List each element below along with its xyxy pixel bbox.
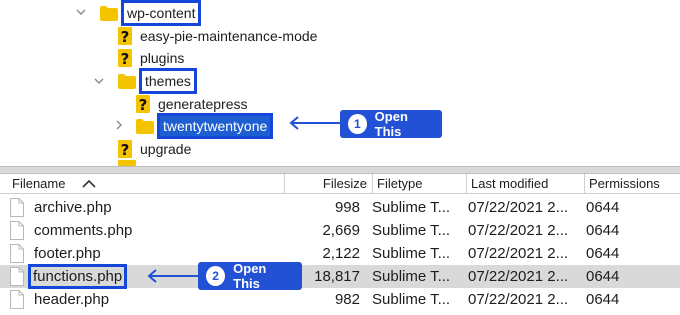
- column-header-filename[interactable]: Filename: [8, 174, 284, 194]
- tree-node-generatepress[interactable]: ? generatepress: [136, 93, 248, 115]
- column-header-filetype[interactable]: Filetype: [372, 174, 466, 194]
- file-modified: 07/22/2021 2...: [468, 199, 569, 216]
- callout-open-this-1: 1 Open This: [340, 109, 442, 139]
- column-header-filesize[interactable]: Filesize: [284, 174, 372, 194]
- column-label: Permissions: [589, 176, 660, 191]
- file-permissions: 0644: [586, 291, 620, 308]
- question-mark-icon: ?: [118, 140, 132, 158]
- column-label: Filetype: [377, 176, 423, 191]
- file-name: functions.php: [27, 264, 128, 289]
- table-row[interactable]: footer.php 2,122 Sublime T... 07/22/2021…: [0, 242, 680, 265]
- file-icon: [10, 221, 24, 240]
- tree-label-twentytwentyone: twentytwentyone: [156, 113, 274, 139]
- pane-splitter[interactable]: [0, 166, 680, 174]
- file-icon: [10, 267, 24, 286]
- directory-tree: wp-content ? easy-pie-maintenance-mode ?…: [0, 0, 680, 166]
- svg-text:?: ?: [121, 50, 130, 67]
- tree-label-easy-pie: easy-pie-maintenance-mode: [140, 28, 318, 44]
- file-icon: [10, 244, 24, 263]
- tree-node-plugins[interactable]: ? plugins: [118, 47, 184, 69]
- folder-icon: [100, 5, 118, 21]
- column-header-permissions[interactable]: Permissions: [584, 174, 680, 194]
- tree-node-upgrade[interactable]: ? upgrade: [118, 138, 191, 160]
- file-list: Filename Filesize Filetype Last modified…: [0, 174, 680, 315]
- file-permissions: 0644: [586, 245, 620, 262]
- file-type: Sublime T...: [372, 268, 451, 285]
- table-row[interactable]: header.php 982 Sublime T... 07/22/2021 2…: [0, 288, 680, 311]
- arrow-icon: [289, 116, 340, 130]
- file-size: 2,669: [322, 222, 360, 239]
- file-name: comments.php: [34, 222, 133, 239]
- tree-node-twentytwentyone[interactable]: twentytwentyone: [136, 113, 274, 139]
- file-name: archive.php: [34, 199, 112, 216]
- arrow-icon: [147, 269, 198, 283]
- callout-number: 2: [206, 266, 226, 286]
- file-type: Sublime T...: [372, 199, 451, 216]
- column-label: Filesize: [322, 176, 367, 191]
- tree-node-themes[interactable]: themes: [118, 68, 197, 94]
- folder-icon: [118, 73, 136, 89]
- tree-label-themes: themes: [139, 68, 197, 94]
- file-permissions: 0644: [586, 268, 620, 285]
- column-label: Last modified: [471, 176, 549, 191]
- table-header: Filename Filesize Filetype Last modified…: [0, 174, 680, 194]
- svg-text:?: ?: [121, 141, 130, 158]
- file-name: header.php: [34, 291, 110, 308]
- file-modified: 07/22/2021 2...: [468, 245, 569, 262]
- question-mark-icon: ?: [118, 27, 132, 45]
- file-icon: [10, 290, 24, 309]
- file-modified: 07/22/2021 2...: [468, 222, 569, 239]
- column-header-last-modified[interactable]: Last modified: [466, 174, 584, 194]
- file-modified: 07/22/2021 2...: [468, 291, 569, 308]
- chevron-down-icon[interactable]: [76, 7, 86, 17]
- file-modified: 07/22/2021 2...: [468, 268, 569, 285]
- svg-text:?: ?: [139, 96, 148, 113]
- callout-open-this-2: 2 Open This: [198, 261, 302, 291]
- tree-node-easy-pie-maintenance-mode[interactable]: ? easy-pie-maintenance-mode: [118, 25, 317, 47]
- table-row[interactable]: comments.php 2,669 Sublime T... 07/22/20…: [0, 219, 680, 242]
- folder-icon: [136, 118, 154, 134]
- file-type: Sublime T...: [372, 245, 451, 262]
- file-icon: [10, 198, 24, 217]
- callout-label: Open This: [233, 261, 267, 291]
- tree-label-wp-content: wp-content: [120, 0, 202, 26]
- callout-label: Open This: [374, 109, 408, 139]
- file-permissions: 0644: [586, 199, 620, 216]
- file-permissions: 0644: [586, 222, 620, 239]
- file-size: 998: [334, 199, 360, 216]
- file-type: Sublime T...: [372, 222, 451, 239]
- tree-label-upgrade: upgrade: [140, 141, 192, 157]
- question-mark-icon: ?: [118, 49, 132, 67]
- callout-number: 1: [348, 114, 367, 134]
- tree-node-wp-content[interactable]: wp-content: [100, 0, 202, 26]
- sort-ascending-icon: [82, 179, 96, 188]
- table-row[interactable]: archive.php 998 Sublime T... 07/22/2021 …: [0, 196, 680, 219]
- file-size: 982: [334, 291, 360, 308]
- tree-label-plugins: plugins: [140, 50, 185, 66]
- column-label: Filename: [12, 176, 66, 191]
- table-row-functions-php[interactable]: functions.php 18,817 Sublime T... 07/22/…: [0, 264, 680, 289]
- chevron-right-icon[interactable]: [114, 120, 124, 130]
- tree-label-generatepress: generatepress: [158, 96, 248, 112]
- file-type: Sublime T...: [372, 291, 451, 308]
- file-name: footer.php: [34, 245, 101, 262]
- svg-text:?: ?: [121, 28, 130, 45]
- chevron-down-icon[interactable]: [94, 76, 104, 86]
- question-mark-icon: ?: [136, 95, 150, 113]
